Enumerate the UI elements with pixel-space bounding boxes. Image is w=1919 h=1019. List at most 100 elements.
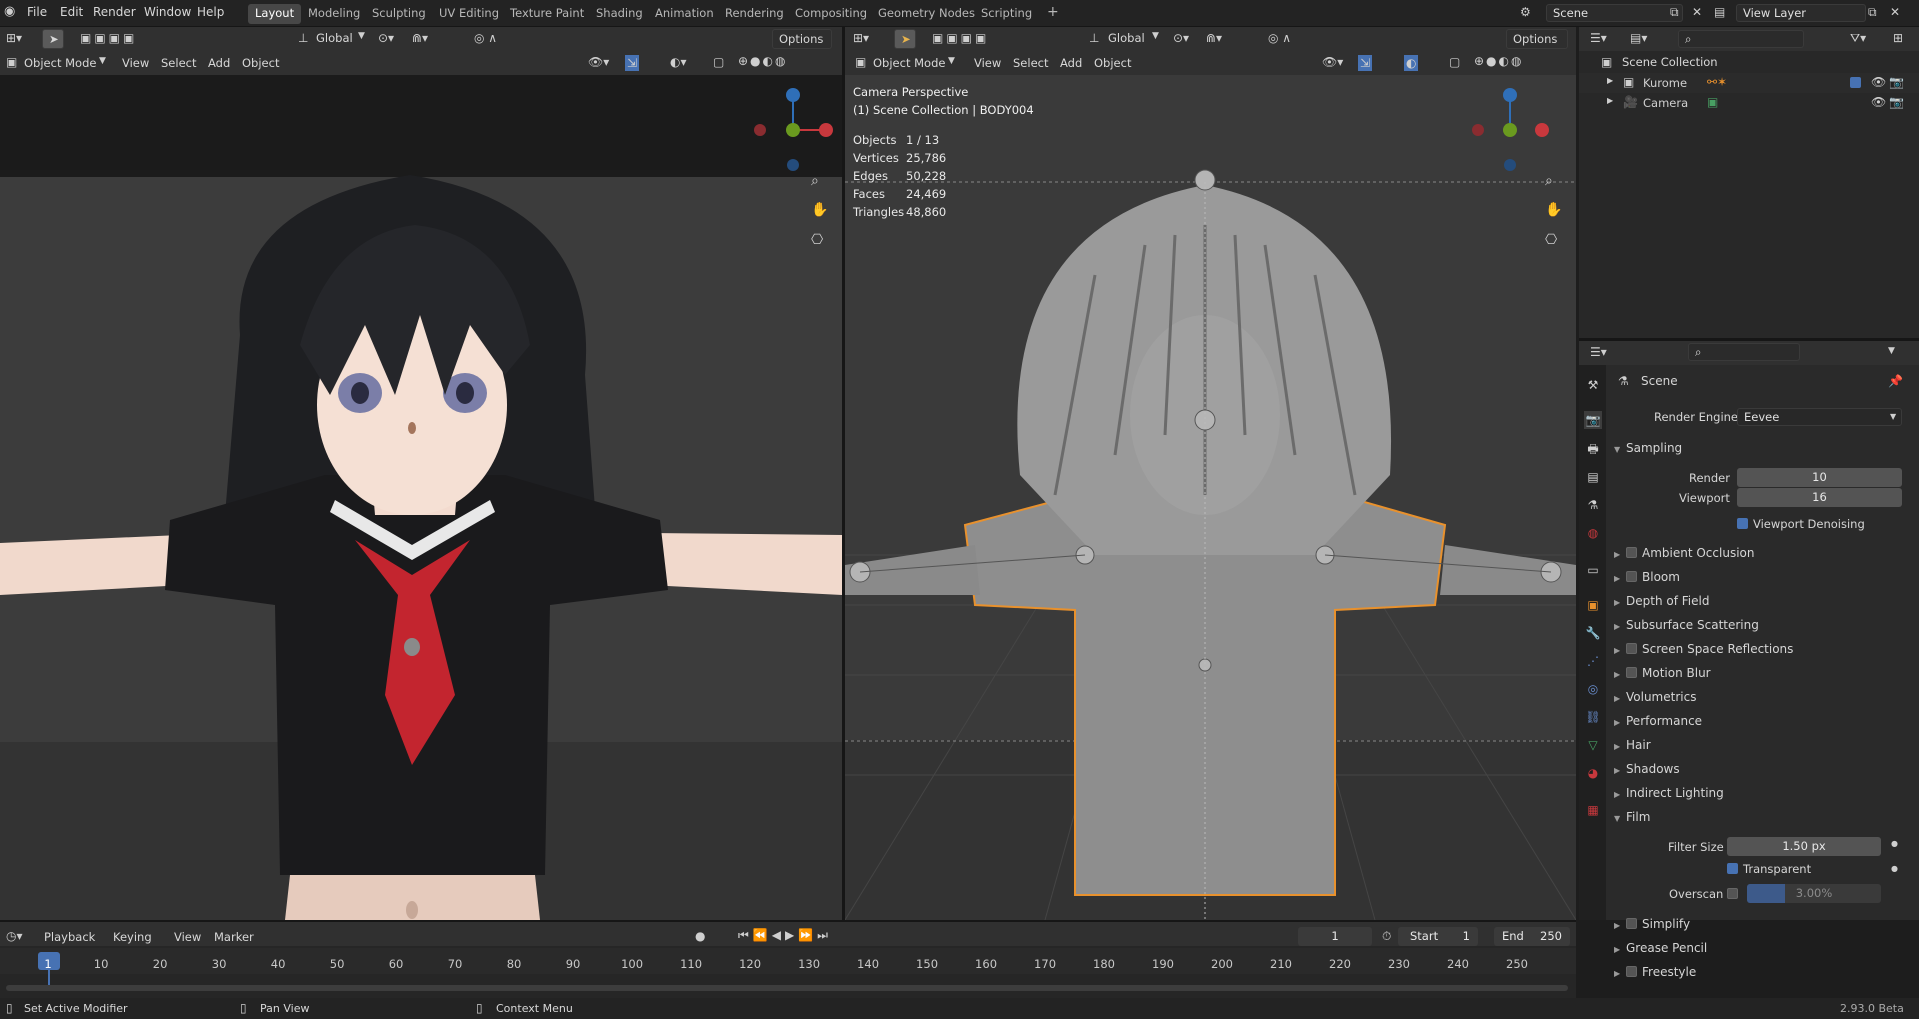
scene-selector[interactable]: Scene xyxy=(1546,4,1683,22)
display-mode-icon[interactable]: ▤▾ xyxy=(1630,32,1647,44)
close-scene-icon[interactable]: ✕ xyxy=(1692,6,1702,18)
menu-help[interactable]: Help xyxy=(197,5,224,19)
menu-marker[interactable]: Marker xyxy=(214,930,254,944)
panel-indirect-lighting[interactable]: ▶ Indirect Lighting xyxy=(1614,786,1724,800)
menu-edit[interactable]: Edit xyxy=(60,5,83,19)
eye-icon[interactable]: 👁 xyxy=(1871,76,1886,88)
keyframe-dot-icon[interactable]: ● xyxy=(1891,865,1898,873)
outliner-root[interactable]: Scene Collection xyxy=(1622,55,1718,69)
snap-icon[interactable]: ⋒▾ xyxy=(1206,32,1222,44)
panel-simplify[interactable]: ▶ Simplify xyxy=(1614,917,1690,931)
menu-object-left[interactable]: Object xyxy=(242,56,279,70)
proportional-edit-icon[interactable]: ◎ ∧ xyxy=(1268,32,1291,44)
tab-shading[interactable]: Shading xyxy=(589,4,650,24)
tab-uv-editing[interactable]: UV Editing xyxy=(432,4,506,24)
blender-logo-icon[interactable]: ◉ xyxy=(4,5,15,18)
collection-tab-icon[interactable]: ▭ xyxy=(1584,561,1602,579)
pan-hand-icon[interactable]: ✋ xyxy=(811,203,828,217)
visibility-icon[interactable]: 👁▾ xyxy=(1322,56,1343,68)
checkbox[interactable] xyxy=(1737,518,1748,529)
expand-arrow-icon[interactable]: ▶ xyxy=(1607,77,1613,85)
navigation-gizmo[interactable] xyxy=(748,85,838,175)
material-tab-icon[interactable]: ◕ xyxy=(1584,764,1602,782)
select-tool-button[interactable]: ➤ xyxy=(894,29,916,49)
panel-bloom[interactable]: ▶ Bloom xyxy=(1614,570,1680,584)
object-mode-selector-left[interactable]: Object Mode xyxy=(24,56,96,70)
editor-type-icon[interactable]: ⊞▾ xyxy=(853,32,869,44)
scene-tab-icon[interactable]: ⚗ xyxy=(1584,496,1602,514)
tab-texture-paint[interactable]: Texture Paint xyxy=(503,4,591,24)
select-tool-button[interactable]: ➤ xyxy=(42,29,64,49)
copy-scene-icon[interactable]: ⧉ xyxy=(1670,6,1679,18)
record-icon[interactable]: ● xyxy=(695,930,705,942)
menu-view-left[interactable]: View xyxy=(122,56,149,70)
panel-sampling[interactable]: ▼ Sampling xyxy=(1614,441,1682,455)
panel-screen-space-reflections[interactable]: ▶ Screen Space Reflections xyxy=(1614,642,1793,656)
overlay-icon[interactable]: ◐▾ xyxy=(670,56,687,68)
left-viewport[interactable]: ⌕ ✋ ⎔ xyxy=(0,75,842,920)
panel-performance[interactable]: ▶ Performance xyxy=(1614,714,1702,728)
checkbox[interactable] xyxy=(1727,863,1738,874)
overscan-checkbox[interactable] xyxy=(1727,888,1738,899)
pan-hand-icon[interactable]: ✋ xyxy=(1545,203,1562,217)
properties-editor-icon[interactable]: ☰▾ xyxy=(1590,346,1607,358)
end-frame-field[interactable]: End 250 xyxy=(1494,927,1570,946)
output-tab-icon[interactable]: 🖶 xyxy=(1584,440,1602,458)
particles-tab-icon[interactable]: ⋰ xyxy=(1584,652,1602,670)
render-camera-icon[interactable]: 📷 xyxy=(1889,96,1904,108)
copy-view-layer-icon[interactable]: ⧉ xyxy=(1868,6,1877,18)
panel-depth-of-field[interactable]: ▶ Depth of Field xyxy=(1614,594,1709,608)
tab-scripting[interactable]: Scripting xyxy=(974,4,1039,24)
tab-geometry-nodes[interactable]: Geometry Nodes xyxy=(871,4,982,24)
checkbox[interactable] xyxy=(1626,643,1637,654)
editor-type-icon[interactable]: ⊞▾ xyxy=(6,32,22,44)
zoom-icon[interactable]: ⌕ xyxy=(811,174,819,188)
keyframe-dot-icon[interactable]: ● xyxy=(1891,840,1898,848)
world-tab-icon[interactable]: ◍ xyxy=(1584,524,1602,542)
panel-grease-pencil[interactable]: ▶ Grease Pencil xyxy=(1614,941,1707,955)
tab-rendering[interactable]: Rendering xyxy=(718,4,791,24)
timeline-editor-icon[interactable]: ◷▾ xyxy=(6,930,23,942)
tab-modeling[interactable]: Modeling xyxy=(301,4,367,24)
transform-orientation-right[interactable]: Global xyxy=(1108,31,1145,45)
close-view-layer-icon[interactable]: ✕ xyxy=(1890,6,1900,18)
gizmo-icon[interactable]: ⇲ xyxy=(625,55,640,71)
new-collection-icon[interactable]: ⊞ xyxy=(1893,32,1903,44)
playback-controls[interactable]: ⏮⏪◀▶⏩⏭ xyxy=(738,929,832,941)
panel-shadows[interactable]: ▶ Shadows xyxy=(1614,762,1680,776)
gizmo-icon[interactable]: ⇲ xyxy=(1358,55,1373,71)
camera-view-icon[interactable]: ⎔ xyxy=(811,233,823,247)
chevron-down-icon[interactable]: ▼ xyxy=(1888,347,1895,356)
selection-mode-icons[interactable]: ▣▣▣▣ xyxy=(932,32,989,44)
overscan-field[interactable]: 3.00% xyxy=(1747,884,1881,903)
menu-add-left[interactable]: Add xyxy=(208,56,230,70)
eye-icon[interactable]: 👁 xyxy=(1871,96,1886,108)
panel-motion-blur[interactable]: ▶ Motion Blur xyxy=(1614,666,1711,680)
viewport-denoising-toggle[interactable]: Viewport Denoising xyxy=(1737,517,1865,531)
texture-tab-icon[interactable]: ▦ xyxy=(1584,801,1602,819)
view-layer-icon[interactable]: ▤ xyxy=(1714,6,1725,18)
shading-modes-icon[interactable]: ⊕●◐◍ xyxy=(738,55,787,67)
outliner-row-camera[interactable]: ▶ 🎥 Camera ▣ 👁 📷 xyxy=(1579,93,1919,113)
tab-layout[interactable]: Layout xyxy=(248,4,302,24)
panel-volumetrics[interactable]: ▶ Volumetrics xyxy=(1614,690,1696,704)
checkbox[interactable] xyxy=(1626,667,1637,678)
options-button-right[interactable]: Options xyxy=(1506,29,1568,49)
render-engine-dropdown[interactable]: Eevee xyxy=(1737,408,1902,426)
menu-render[interactable]: Render xyxy=(93,5,136,19)
checkbox[interactable] xyxy=(1626,966,1637,977)
visibility-icon[interactable]: 👁▾ xyxy=(588,56,609,68)
proportional-edit-icon[interactable]: ◎ ∧ xyxy=(474,32,497,44)
render-samples-field[interactable]: 10 xyxy=(1737,468,1902,487)
stopwatch-icon[interactable]: ⏱ xyxy=(1382,930,1391,942)
tab-sculpting[interactable]: Sculpting xyxy=(365,4,433,24)
menu-view-right[interactable]: View xyxy=(974,56,1001,70)
tool-tab-icon[interactable]: ⚒ xyxy=(1584,376,1602,394)
checkbox[interactable] xyxy=(1626,918,1637,929)
transform-orientation-left[interactable]: Global xyxy=(316,31,353,45)
panel-ambient-occlusion[interactable]: ▶ Ambient Occlusion xyxy=(1614,546,1754,560)
menu-keying[interactable]: Keying xyxy=(113,930,152,944)
pin-icon[interactable]: 📌 xyxy=(1888,375,1903,387)
expand-arrow-icon[interactable]: ▶ xyxy=(1607,97,1613,105)
object-tab-icon[interactable]: ▣ xyxy=(1584,596,1602,614)
